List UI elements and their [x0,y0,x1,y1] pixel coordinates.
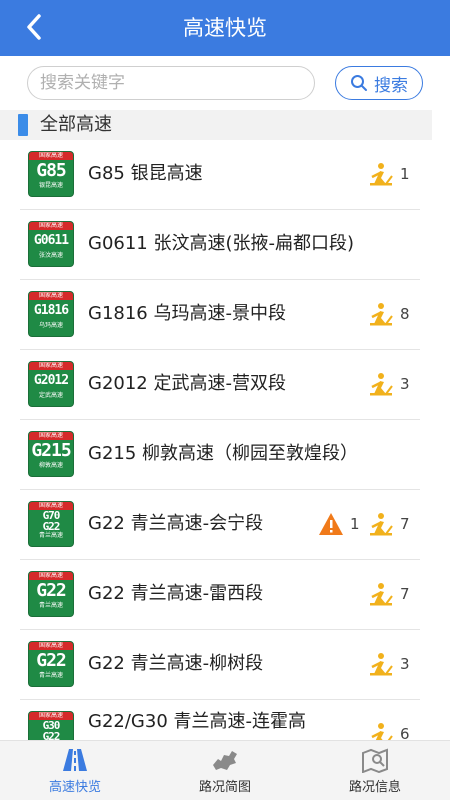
badge-top-label: 国家高速 [29,222,73,230]
highway-name: G22/G30 青兰高速-连霍高 [88,711,306,732]
highway-row[interactable]: 国家高速 G1816 乌玛高速 G1816 乌玛高速-景中段 8 [0,280,450,350]
roadwork-status: 3 [368,652,410,676]
highway-row[interactable]: 国家高速 G22 青兰高速 G22 青兰高速-柳树段 3 [0,630,450,700]
roadwork-count: 3 [400,375,410,393]
nav-tab-label: 路况信息 [348,780,401,795]
badge-top-label: 国家高速 [29,572,73,580]
badge-top-label: 国家高速 [29,362,73,370]
road-icon [63,749,87,771]
badge-sub-label: 乌玛高速 [38,322,63,329]
highway-list: 国家高速 G85 银昆高速 G85 银昆高速 1 国家高速 G0611 张汶高速 G0611 张… [0,140,450,740]
map-info-icon [362,748,388,773]
badge-code: G0611 [33,233,69,248]
highway-name: G85 银昆高速 [88,163,203,184]
highway-badge: 国家高速 G0611 张汶高速 [28,221,74,267]
roadwork-count: 3 [400,655,410,673]
roadwork-count: 6 [400,725,410,740]
roadwork-count: 7 [400,585,410,603]
nav-tab[interactable]: 路况信息 [300,741,450,800]
highway-name: G22 青兰高速-柳树段 [88,653,264,674]
roadwork-icon [370,513,393,536]
highway-row[interactable]: 国家高速 G0611 张汶高速 G0611 张汶高速(张掖-扁都口段) [0,210,450,280]
roadwork-count: 1 [400,165,410,183]
highway-name: G215 柳敦高速（柳园至敦煌段） [88,443,359,464]
roadwork-count: 8 [400,305,410,323]
warning-count: 1 [350,515,360,533]
warning-icon [319,513,343,535]
app-header: 高速快览 [0,0,450,56]
highway-badge: 国家高速 G1816 乌玛高速 [28,291,74,337]
roadwork-status: 3 [368,372,410,396]
page-title: 高速快览 [183,16,267,40]
section-title: 全部高速 [40,114,112,135]
badge-sub-label: 青兰高速 [38,602,63,609]
search-button[interactable]: 搜索 [335,66,423,100]
highway-row[interactable]: 国家高速 G85 银昆高速 G85 银昆高速 1 [0,140,450,210]
badge-sub-label: 定武高速 [38,392,63,399]
badge-code: G2012 [33,373,69,388]
badge-code: G85 [36,160,67,181]
highway-name: G22 青兰高速-雷西段 [88,583,264,604]
highway-badge: 国家高速 G85 银昆高速 [28,151,74,197]
section-marker [18,114,28,136]
roadwork-icon [370,653,393,676]
section-header: 全部高速 [0,110,432,140]
nav-tab-label: 路况简图 [198,780,251,795]
roadwork-icon [370,583,393,606]
roadwork-status: 7 [368,512,410,536]
roadwork-icon [370,163,393,186]
roadwork-status: 1 [368,162,410,186]
roadwork-status: 7 [368,582,410,606]
highway-name: G1816 乌玛高速-景中段 [88,303,286,324]
badge-code: G1816 [33,303,69,318]
badge-top-label: 国家高速 [29,292,73,300]
badge-code: G22 [42,520,61,533]
roadwork-icon [370,373,393,396]
highway-row[interactable]: 国家高速 G215 柳敦高速 G215 柳敦高速（柳园至敦煌段） [0,420,450,490]
highway-badge: 国家高速 G22 青兰高速 [28,571,74,617]
search-input[interactable] [27,66,315,100]
roadwork-icon [371,723,393,740]
highway-row[interactable]: 国家高速 G22 青兰高速 G22 青兰高速-雷西段 7 [0,560,450,630]
search-icon [351,75,367,91]
badge-sub-label: 柳敦高速 [38,462,63,469]
highway-name: G0611 张汶高速(张掖-扁都口段) [88,233,355,254]
map-outline-icon [213,751,237,770]
warning-status: 1 [318,512,360,536]
nav-tab[interactable]: 路况简图 [150,741,300,800]
highway-badge: 国家高速 G70 G22 青兰高速 [28,501,74,547]
badge-top-label: 国家高速 [29,152,73,160]
search-button-label: 搜索 [374,75,408,96]
search-bar: 搜索 [0,56,450,110]
nav-tab[interactable]: 高速快览 [0,741,150,800]
highway-name: G22 青兰高速-会宁段 [88,513,264,534]
badge-top-label: 国家高速 [29,432,73,440]
badge-code: G215 [31,440,71,461]
highway-name: G2012 定武高速-营双段 [88,373,286,394]
badge-sub-label: 银昆高速 [38,182,63,189]
highway-badge: 国家高速 G22 青兰高速 [28,641,74,687]
highway-row[interactable]: 国家高速 G30 G22 G22/G30 青兰高速-连霍高 6 [0,700,450,740]
roadwork-status: 6 [368,722,410,740]
highway-badge: 国家高速 G2012 定武高速 [28,361,74,407]
roadwork-status: 8 [368,302,410,326]
badge-top-label: 国家高速 [29,642,73,650]
badge-sub-label: 青兰高速 [38,672,63,679]
nav-tab-label: 高速快览 [48,780,101,795]
badge-code: G22 [36,580,67,601]
highway-badge: 国家高速 G30 G22 [28,711,74,740]
highway-row[interactable]: 国家高速 G70 G22 青兰高速 G22 青兰高速-会宁段 7 1 [0,490,450,560]
highway-row[interactable]: 国家高速 G2012 定武高速 G2012 定武高速-营双段 3 [0,350,450,420]
roadwork-icon [370,303,393,326]
badge-code: G22 [42,730,61,740]
highway-badge: 国家高速 G215 柳敦高速 [28,431,74,477]
badge-sub-label: 青兰高速 [38,532,63,539]
badge-sub-label: 张汶高速 [38,252,63,259]
bottom-nav: 高速快览 路况简图 路况信息 [0,740,450,800]
badge-code: G22 [36,650,67,671]
roadwork-count: 7 [400,515,410,533]
